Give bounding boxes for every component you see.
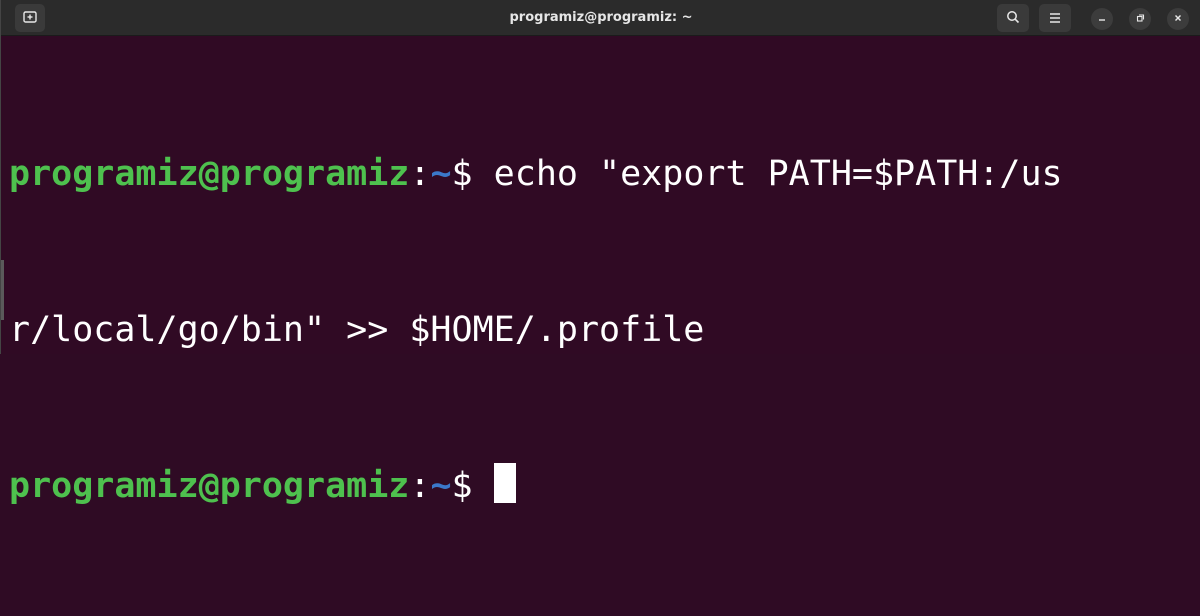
terminal-line: programiz@programiz:~$: [9, 460, 1200, 512]
prompt-user-host: programiz@programiz: [9, 154, 410, 194]
search-icon: [1006, 9, 1020, 28]
title-bar: programiz@programiz: ~: [1, 0, 1200, 36]
text-cursor: [493, 463, 516, 503]
scrollbar[interactable]: [1, 260, 4, 320]
prompt-colon: :: [409, 154, 431, 194]
prompt-symbol: $: [451, 466, 473, 506]
command-text: [473, 466, 494, 506]
prompt-path: ~: [430, 466, 452, 506]
hamburger-menu-icon: [1048, 9, 1062, 28]
prompt-path: ~: [430, 154, 452, 194]
terminal-window: programiz@programiz: ~ programiz@program…: [0, 0, 1200, 506]
prompt-symbol: $: [451, 154, 473, 194]
minimize-button[interactable]: [1091, 8, 1113, 30]
maximize-icon: [1135, 13, 1145, 26]
terminal-output[interactable]: programiz@programiz:~$ echo "export PATH…: [9, 44, 1200, 506]
close-button[interactable]: [1167, 8, 1189, 30]
search-button[interactable]: [997, 4, 1029, 32]
terminal-line: programiz@programiz:~$ echo "export PATH…: [9, 148, 1200, 200]
command-text: echo "export PATH=$PATH:/us: [472, 154, 1063, 194]
maximize-button[interactable]: [1129, 8, 1151, 30]
prompt-user-host: programiz@programiz: [9, 466, 410, 506]
close-icon: [1173, 13, 1183, 26]
minimize-icon: [1097, 13, 1107, 26]
menu-button[interactable]: [1039, 4, 1071, 32]
prompt-colon: :: [409, 466, 431, 506]
command-continuation: r/local/go/bin" >> $HOME/.profile: [9, 310, 705, 350]
terminal-line: r/local/go/bin" >> $HOME/.profile: [9, 304, 1200, 356]
